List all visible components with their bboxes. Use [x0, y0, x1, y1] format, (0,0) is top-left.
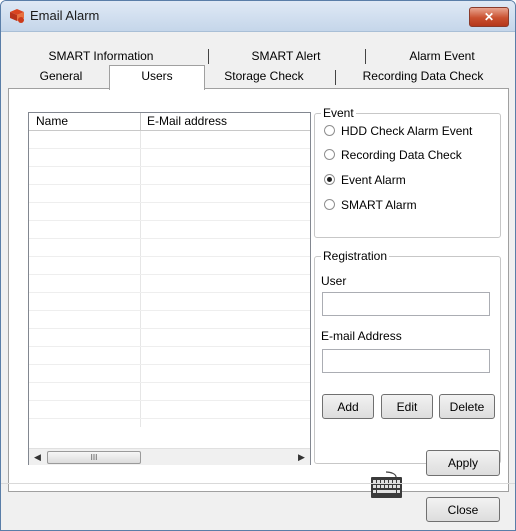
table-row-line: [29, 292, 310, 293]
tab-users[interactable]: Users: [109, 65, 205, 90]
registration-group-title: Registration: [321, 249, 390, 263]
tab-storage-check[interactable]: Storage Check: [207, 68, 321, 85]
window-close-button[interactable]: ✕: [469, 7, 509, 27]
table-row-line: [29, 346, 310, 347]
user-list[interactable]: Name E-Mail address ◀ III ▶: [28, 112, 311, 465]
radio-button[interactable]: [324, 199, 335, 210]
radio-label: SMART Alarm: [341, 198, 417, 212]
user-input[interactable]: [322, 292, 490, 316]
keyboard-icon[interactable]: [369, 471, 404, 501]
tab-separator: [365, 49, 366, 64]
column-divider[interactable]: [140, 113, 141, 130]
table-row-line: [29, 400, 310, 401]
scroll-right-arrow-icon[interactable]: ▶: [293, 449, 310, 465]
user-label: User: [321, 274, 347, 288]
horizontal-scrollbar[interactable]: ◀ III ▶: [29, 448, 310, 465]
tab-users-label: Users: [141, 69, 173, 83]
tab-smart-alert-label: SMART Alert: [251, 49, 321, 63]
tab-alarm-event-label: Alarm Event: [409, 49, 475, 63]
title-bar[interactable]: Email Alarm ✕: [1, 1, 515, 32]
list-header: Name E-Mail address: [29, 113, 310, 131]
column-header-name[interactable]: Name: [36, 114, 68, 128]
tab-separator: [208, 49, 209, 64]
table-row-line: [29, 220, 310, 221]
table-row-line: [29, 202, 310, 203]
radio-label: Recording Data Check: [341, 148, 462, 162]
tab-recording-data-check-label: Recording Data Check: [362, 69, 484, 83]
delete-button[interactable]: Delete: [439, 394, 495, 419]
email-alarm-app-icon: [10, 9, 24, 23]
table-row-line: [29, 256, 310, 257]
tab-general-label: General: [39, 69, 83, 83]
scroll-left-arrow-icon[interactable]: ◀: [29, 449, 46, 465]
table-row-line: [29, 148, 310, 149]
radio-button-selected[interactable]: [324, 174, 335, 185]
table-row-line: [29, 274, 310, 275]
tab-general[interactable]: General: [17, 68, 105, 85]
close-button[interactable]: Close: [426, 497, 500, 522]
table-row-line: [29, 184, 310, 185]
radio-button[interactable]: [324, 125, 335, 136]
close-icon: ✕: [483, 10, 495, 24]
table-row-line: [29, 166, 310, 167]
email-alarm-window: Email Alarm ✕ SMART Information SMART Al…: [0, 0, 516, 531]
edit-button[interactable]: Edit: [381, 394, 433, 419]
tab-storage-check-label: Storage Check: [224, 69, 304, 83]
tab-separator: [335, 70, 336, 85]
tab-alarm-event[interactable]: Alarm Event: [376, 48, 508, 65]
event-group: Event HDD Check Alarm Event Recording Da…: [314, 106, 501, 238]
email-address-label: E-mail Address: [321, 329, 402, 343]
radio-label: Event Alarm: [341, 173, 406, 187]
add-button[interactable]: Add: [322, 394, 374, 419]
scroll-thumb[interactable]: III: [47, 451, 141, 464]
table-row-line: [29, 310, 310, 311]
apply-button[interactable]: Apply: [426, 450, 500, 476]
table-row-line: [29, 238, 310, 239]
table-row-line: [29, 364, 310, 365]
tab-smart-information[interactable]: SMART Information: [31, 48, 171, 65]
event-group-title: Event: [321, 106, 356, 120]
radio-button[interactable]: [324, 149, 335, 160]
table-row-line: [29, 418, 310, 419]
table-row-line: [29, 382, 310, 383]
client-area: SMART Information SMART Alert Alarm Even…: [1, 32, 515, 530]
window-title: Email Alarm: [30, 8, 100, 23]
radio-label: HDD Check Alarm Event: [341, 124, 473, 138]
email-address-input[interactable]: [322, 349, 490, 373]
tab-recording-data-check[interactable]: Recording Data Check: [338, 68, 508, 85]
tab-smart-information-label: SMART Information: [48, 49, 154, 63]
tab-smart-alert[interactable]: SMART Alert: [221, 48, 351, 65]
table-row-line: [29, 328, 310, 329]
column-header-email[interactable]: E-Mail address: [147, 114, 227, 128]
footer-divider: [1, 483, 515, 484]
